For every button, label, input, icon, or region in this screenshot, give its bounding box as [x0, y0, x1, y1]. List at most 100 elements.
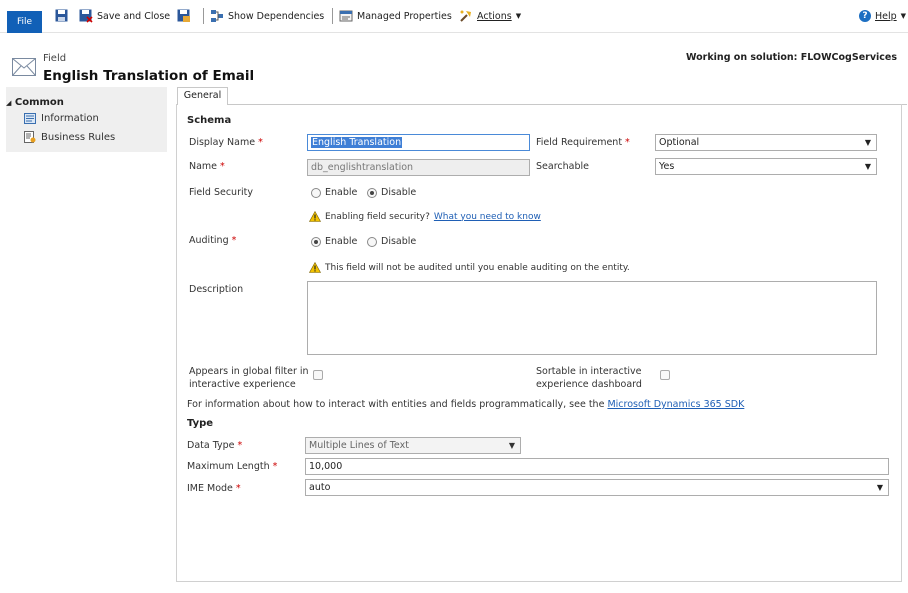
actions-label: Actions	[477, 10, 512, 22]
description-label: Description	[189, 284, 244, 295]
field-security-warning-text: Enabling field security?	[325, 211, 430, 222]
auditing-warning: This field will not be audited until you…	[309, 262, 630, 273]
required-indicator: *	[272, 461, 278, 472]
file-button[interactable]: File	[7, 11, 42, 33]
name-value: db_englishtranslation	[311, 162, 414, 173]
managed-properties-icon	[339, 10, 353, 22]
solution-label: Working on solution: FLOWCogServices	[686, 52, 897, 63]
ime-mode-label: IME Mode *	[187, 483, 241, 494]
field-requirement-select[interactable]: Optional ▼	[655, 134, 877, 151]
sidebar-item-information[interactable]: Information	[24, 113, 99, 124]
sidebar-item-business-rules[interactable]: Business Rules	[24, 131, 115, 143]
chevron-down-icon: ▼	[900, 12, 907, 20]
auditing-enable-radio[interactable]: Enable	[311, 236, 357, 247]
entity-type-label: Field	[43, 53, 67, 64]
field-requirement-label: Field Requirement *	[536, 137, 630, 148]
save-and-close-label: Save and Close	[97, 10, 171, 22]
data-type-label: Data Type *	[187, 440, 243, 451]
field-security-disable-radio[interactable]: Disable	[367, 187, 416, 198]
name-input: db_englishtranslation	[307, 159, 530, 176]
required-indicator: *	[220, 161, 225, 172]
display-name-value: English Translation	[311, 137, 403, 148]
ime-mode-value: auto	[309, 482, 331, 493]
required-indicator: *	[258, 137, 263, 148]
managed-properties-button[interactable]: Managed Properties	[339, 8, 452, 24]
required-indicator: *	[237, 440, 243, 451]
dropdown-arrow-icon: ▼	[876, 483, 883, 492]
chevron-down-icon: ▼	[515, 12, 522, 20]
sdk-link[interactable]: Microsoft Dynamics 365 SDK	[607, 399, 744, 410]
ime-mode-select[interactable]: auto ▼	[305, 479, 889, 496]
global-filter-checkbox[interactable]	[313, 370, 323, 380]
what-you-need-to-know-link[interactable]: What you need to know	[434, 212, 541, 222]
auditing-warning-text: This field will not be audited until you…	[325, 262, 630, 273]
required-indicator: *	[235, 483, 241, 494]
show-dependencies-button[interactable]: Show Dependencies	[210, 8, 324, 24]
schema-heading: Schema	[187, 115, 232, 126]
dependencies-icon	[211, 10, 223, 22]
actions-icon	[460, 10, 471, 22]
warning-icon	[309, 262, 321, 273]
toolbar-divider	[203, 8, 204, 24]
dropdown-arrow-icon: ▼	[864, 138, 871, 147]
dropdown-arrow-icon: ▼	[864, 162, 871, 171]
save-icon[interactable]	[55, 9, 68, 25]
save-and-close-button[interactable]: Save and Close	[79, 8, 170, 24]
auditing-label: Auditing *	[189, 235, 237, 246]
required-indicator: *	[625, 137, 630, 148]
business-rules-icon	[24, 131, 36, 143]
field-requirement-value: Optional	[659, 137, 700, 148]
maximum-length-input[interactable]: 10,000	[305, 458, 889, 475]
sortable-label: Sortable in interactive experience dashb…	[536, 366, 642, 390]
field-security-enable-radio[interactable]: Enable	[311, 187, 357, 198]
maximum-length-value: 10,000	[309, 461, 343, 472]
searchable-value: Yes	[659, 161, 675, 172]
display-name-label: Display Name *	[189, 137, 263, 148]
display-name-input[interactable]: English Translation	[307, 134, 530, 151]
command-bar: File Save and Close Show Dependencies Ma…	[0, 0, 908, 33]
nav-group-label: Common	[14, 97, 64, 108]
radio-icon	[311, 187, 321, 198]
data-type-value: Multiple Lines of Text	[309, 440, 409, 451]
sidebar-item-label: Information	[41, 113, 99, 124]
description-textarea[interactable]	[307, 281, 877, 355]
show-dependencies-label: Show Dependencies	[228, 10, 325, 22]
name-label: Name *	[189, 161, 225, 172]
information-icon	[24, 113, 36, 124]
help-menu[interactable]: ? Help ▼	[859, 8, 906, 24]
sidebar-item-label: Business Rules	[41, 131, 116, 143]
required-indicator: *	[231, 235, 237, 246]
field-security-warning: Enabling field security? What you need t…	[309, 211, 541, 222]
radio-selected-icon	[367, 187, 377, 198]
field-envelope-icon	[12, 58, 36, 79]
warning-icon	[309, 211, 321, 222]
collapse-triangle-icon: ◢	[6, 99, 12, 107]
radio-label: Enable	[325, 187, 358, 198]
type-heading: Type	[187, 418, 214, 429]
field-security-label: Field Security	[189, 187, 253, 198]
save-as-icon[interactable]	[177, 9, 191, 26]
radio-label: Disable	[381, 187, 417, 198]
nav-group-common[interactable]: ◢ Common	[6, 97, 64, 108]
help-icon: ?	[859, 10, 871, 22]
sdk-info-text: For information about how to interact wi…	[187, 399, 745, 410]
dropdown-arrow-icon: ▼	[508, 441, 515, 450]
actions-menu[interactable]: Actions ▼	[459, 8, 521, 24]
sortable-checkbox[interactable]	[660, 370, 670, 380]
data-type-select: Multiple Lines of Text ▼	[305, 437, 521, 454]
managed-properties-label: Managed Properties	[357, 10, 452, 22]
tab-general[interactable]: General	[177, 87, 228, 105]
toolbar-divider	[332, 8, 333, 24]
global-filter-label: Appears in global filter in interactive …	[189, 366, 309, 390]
auditing-disable-radio[interactable]: Disable	[367, 236, 416, 247]
radio-label: Enable	[325, 236, 358, 247]
help-label: Help	[875, 10, 897, 22]
radio-label: Disable	[381, 236, 417, 247]
page-title: English Translation of Email	[43, 68, 255, 84]
radio-selected-icon	[311, 236, 321, 247]
searchable-label: Searchable	[536, 161, 589, 172]
maximum-length-label: Maximum Length *	[187, 461, 278, 472]
searchable-select[interactable]: Yes ▼	[655, 158, 877, 175]
radio-icon	[367, 236, 377, 247]
save-close-icon	[79, 9, 93, 23]
